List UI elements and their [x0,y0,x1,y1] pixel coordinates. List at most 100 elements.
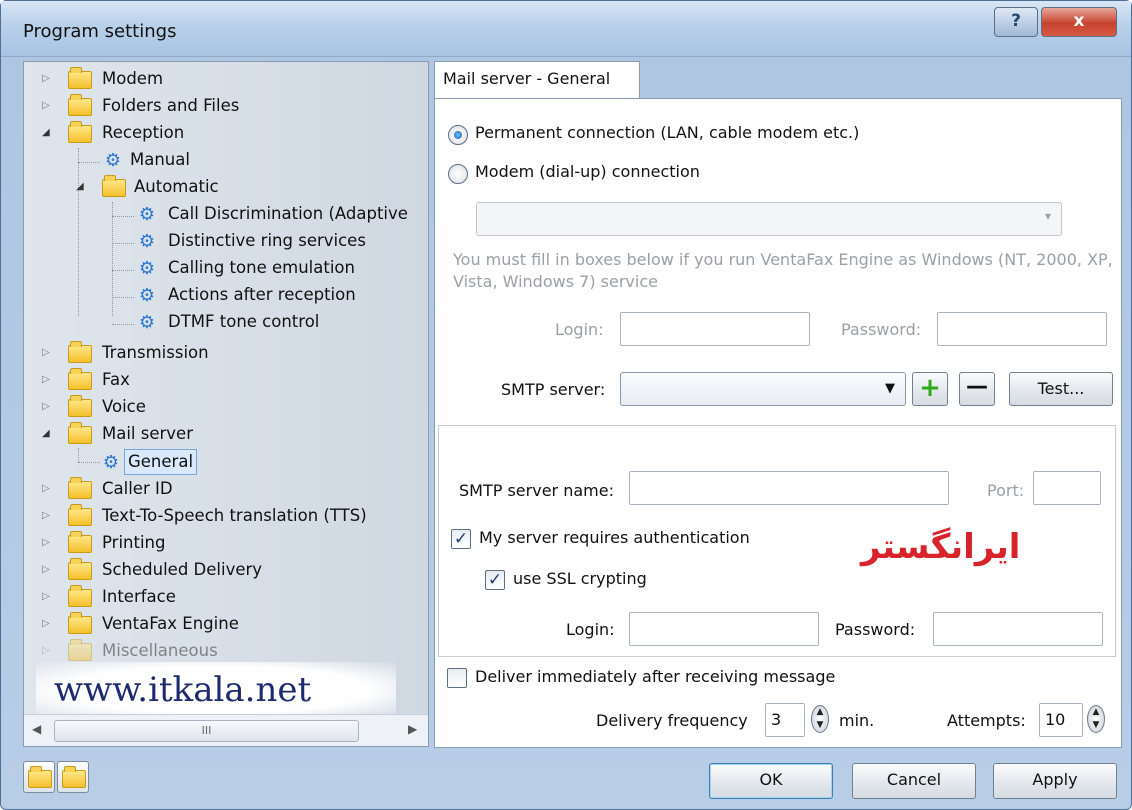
tree-item-label: Transmission [102,343,209,362]
modem-select[interactable]: ▾ [476,202,1062,236]
modem-connection-radio[interactable] [448,164,468,184]
modem-connection-label[interactable]: Modem (dial-up) connection [475,162,700,181]
tree-connector [112,216,134,217]
remove-server-button[interactable]: — [959,372,995,406]
open-folder-button[interactable] [23,761,55,793]
frequency-unit-label: min. [839,711,875,730]
permanent-connection-label[interactable]: Permanent connection (LAN, cable modem e… [475,123,859,142]
tree-connector [112,324,134,325]
smtp-server-select[interactable]: ▼ [620,372,906,406]
deliver-immediately-checkbox[interactable] [447,668,467,688]
scrollbar-thumb[interactable]: III [54,720,359,742]
gear-icon: ⚙ [138,312,156,333]
folder-icon [68,531,92,553]
tree-connector [78,462,100,463]
tree-item-label: Scheduled Delivery [102,560,263,579]
tree-item-label: Actions after reception [168,285,356,304]
test-button[interactable]: Test... [1009,372,1113,406]
tree-item-label: Call Discrimination (Adaptive [168,204,408,223]
gear-icon: ⚙ [138,285,156,306]
gear-icon: ⚙ [138,231,156,252]
expand-arrow-icon[interactable]: ▷ [42,65,54,92]
expand-arrow-icon[interactable]: ▷ [42,583,54,610]
tree-horizontal-scrollbar[interactable]: ◀ III ▶ [24,714,428,746]
folder-icon [68,504,92,526]
scroll-left-arrow-icon[interactable]: ◀ [32,722,41,736]
expand-arrow-icon[interactable]: ▷ [42,610,54,637]
service-password-label: Password: [841,320,922,339]
ok-button[interactable]: OK [709,763,833,799]
expand-arrow-icon[interactable]: ▷ [42,366,54,393]
port-label: Port: [987,481,1025,500]
collapse-arrow-icon[interactable]: ◢ [76,173,88,200]
tree-item-label: Folders and Files [102,96,240,115]
folder-icon [68,341,92,363]
attempts-spinner[interactable]: ▲ ▼ [1087,705,1105,733]
expand-arrow-icon[interactable]: ▷ [42,92,54,119]
scroll-right-arrow-icon[interactable]: ▶ [408,722,417,736]
folder-icon [68,612,92,634]
expand-arrow-icon[interactable]: ▷ [42,393,54,420]
delivery-frequency-input[interactable]: 3 [765,703,805,737]
iran-gostar-logo: ایرانگستر [861,527,1021,567]
folder-icon [68,585,92,607]
service-login-input[interactable] [620,312,810,346]
open-folder-icon [68,422,92,444]
folder-icon [68,67,92,89]
folder-icon [68,395,92,417]
expand-arrow-icon[interactable]: ▷ [42,637,54,664]
apply-button[interactable]: Apply [993,763,1117,799]
smtp-login-input[interactable] [629,612,819,646]
permanent-connection-radio[interactable] [448,125,468,145]
tree-connector [112,243,134,244]
expand-arrow-icon[interactable]: ▷ [42,502,54,529]
authentication-checkbox[interactable]: ✓ [451,529,471,549]
chevron-down-icon: ▼ [885,381,895,396]
close-button[interactable]: x [1041,7,1117,37]
tree-item-label: Printing [102,533,166,552]
open-folder-alt-button[interactable] [57,761,89,793]
folder-icon [68,368,92,390]
smtp-password-input[interactable] [933,612,1103,646]
tree-connector [112,297,134,298]
authentication-label[interactable]: My server requires authentication [479,528,750,547]
mail-server-general-panel: Permanent connection (LAN, cable modem e… [434,98,1122,748]
tree-item-label: VentaFax Engine [102,614,239,633]
expand-arrow-icon[interactable]: ▷ [42,529,54,556]
tree-connector [112,202,113,316]
tree-connector [78,448,79,462]
chevron-down-icon: ▾ [1044,209,1051,223]
tree-connector [112,270,134,271]
port-input[interactable] [1033,471,1101,505]
folder-icon [28,766,52,788]
collapse-arrow-icon[interactable]: ◢ [42,420,54,447]
add-server-button[interactable]: + [912,372,948,406]
folder-icon [68,639,92,661]
cancel-button[interactable]: Cancel [852,763,976,799]
ssl-checkbox[interactable]: ✓ [485,570,505,590]
tree-item-label: Text-To-Speech translation (TTS) [102,506,367,525]
expand-arrow-icon[interactable]: ▷ [42,556,54,583]
tree-item-label: Reception [102,123,185,142]
smtp-password-label: Password: [835,620,916,639]
tree-item-label-selected: General [124,449,198,475]
smtp-server-name-label: SMTP server name: [459,481,614,500]
service-password-input[interactable] [937,312,1107,346]
folder-icon [68,94,92,116]
deliver-immediately-label[interactable]: Deliver immediately after receiving mess… [475,667,835,686]
help-button[interactable]: ? [994,7,1038,37]
gear-icon: ⚙ [138,204,156,225]
frequency-spinner[interactable]: ▲ ▼ [811,705,829,733]
expand-arrow-icon[interactable]: ▷ [42,339,54,366]
tree-item-label: Manual [130,150,190,169]
window-title: Program settings [23,21,177,42]
smtp-server-name-input[interactable] [629,471,949,505]
tab-mail-server-general[interactable]: Mail server - General [434,61,640,99]
ssl-label[interactable]: use SSL crypting [513,569,647,588]
attempts-input[interactable]: 10 [1039,703,1083,737]
expand-arrow-icon[interactable]: ▷ [42,475,54,502]
title-bar[interactable]: Program settings ? x [1,1,1131,57]
watermark-text: www.itkala.net [36,662,396,714]
tree-item-label: Caller ID [102,479,173,498]
collapse-arrow-icon[interactable]: ◢ [42,119,54,146]
